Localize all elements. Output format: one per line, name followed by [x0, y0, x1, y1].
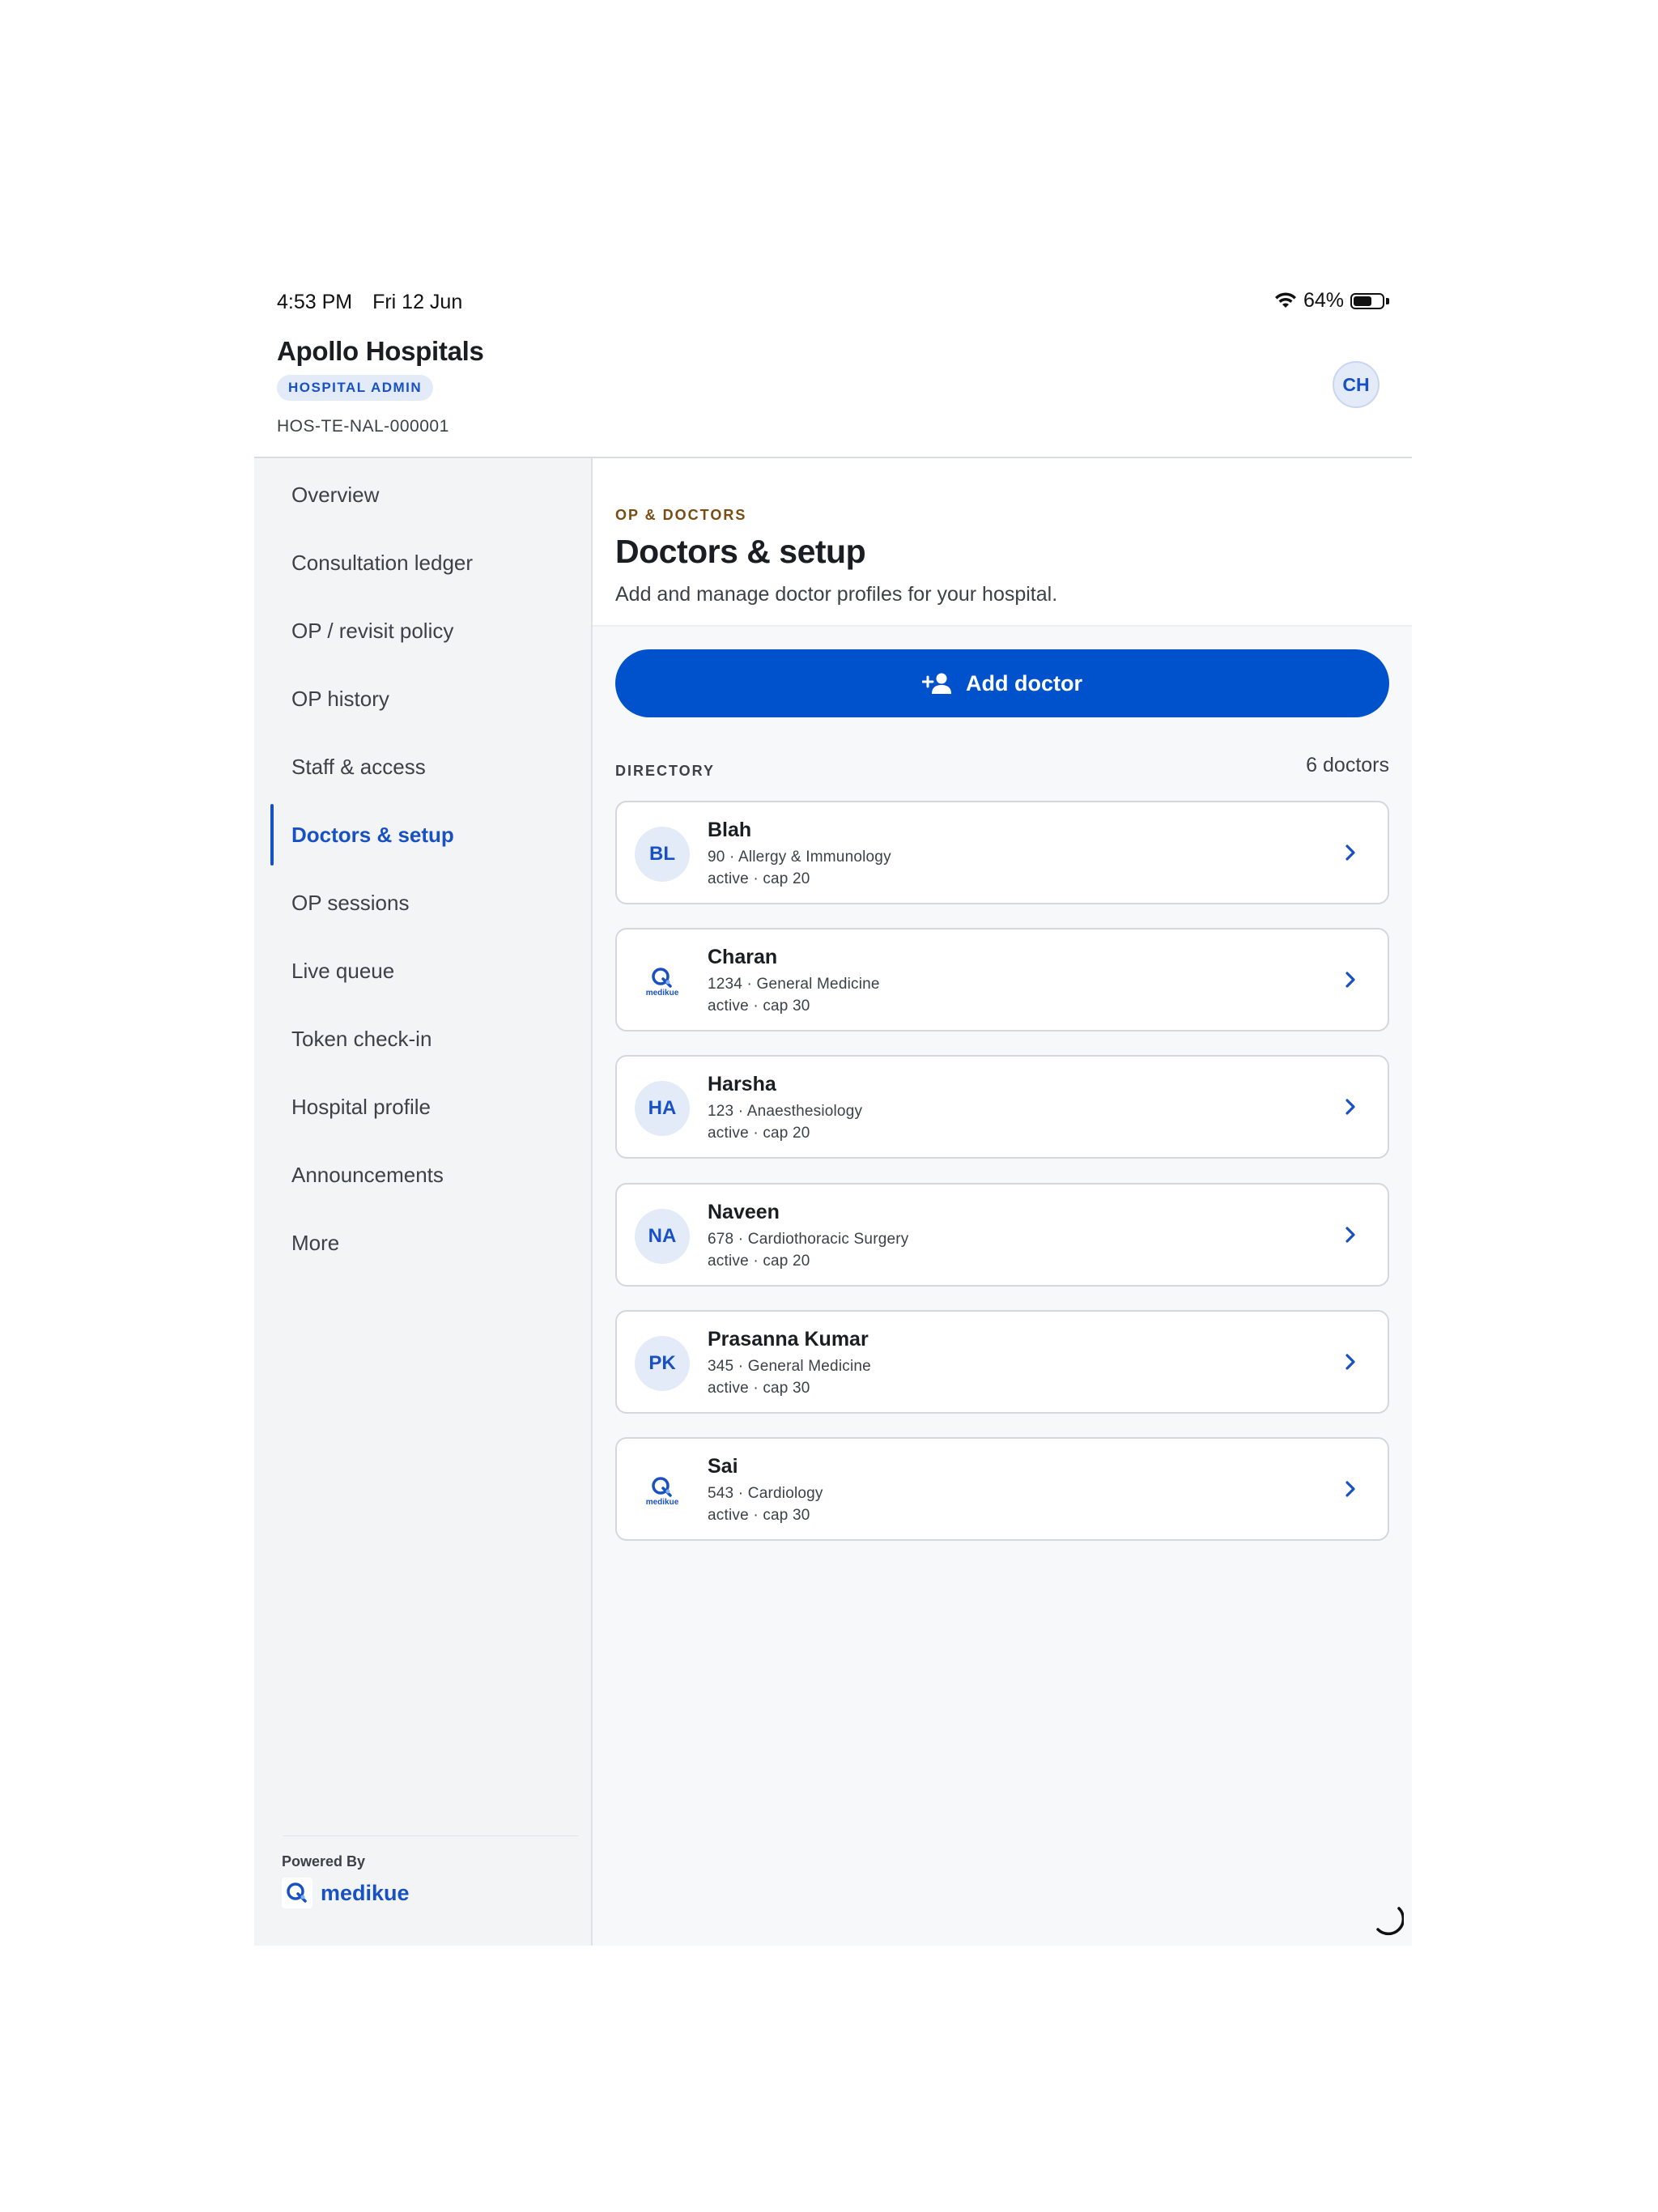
powered-by-label: Powered By [282, 1853, 366, 1870]
hospital-name: Apollo Hospitals [277, 336, 484, 366]
page-subtitle: Add and manage doctor profiles for your … [615, 583, 1058, 606]
doctor-status: active · cap 30 [708, 1507, 810, 1524]
doctor-avatar: BL [635, 827, 690, 882]
wifi-icon [1274, 291, 1296, 308]
doctor-card[interactable]: BL Blah 90 · Allergy & Immunology active… [615, 801, 1389, 904]
brand-footer: medikue [282, 1878, 410, 1908]
doctor-avatar: NA [635, 1209, 690, 1264]
add-doctor-button[interactable]: Add doctor [615, 649, 1389, 717]
doctor-avatar: PK [635, 1336, 690, 1391]
add-person-icon [922, 673, 951, 694]
doctor-name: Charan [708, 946, 778, 968]
doctor-card[interactable]: PK Prasanna Kumar 345 · General Medicine… [615, 1310, 1389, 1414]
doctor-meta: 345 · General Medicine [708, 1358, 871, 1375]
chevron-right-icon [1346, 972, 1355, 988]
sidebar-item-doctors-setup[interactable]: Doctors & setup [291, 808, 454, 861]
sidebar-item-staff-access[interactable]: Staff & access [291, 740, 426, 793]
doctor-meta: 90 · Allergy & Immunology [708, 849, 891, 866]
sidebar-item-overview[interactable]: Overview [291, 468, 379, 521]
section-eyebrow: OP & DOCTORS [615, 507, 747, 523]
loading-spinner-icon [1376, 1907, 1404, 1936]
user-avatar[interactable]: CH [1333, 361, 1380, 408]
doctor-card[interactable]: HA Harsha 123 · Anaesthesiology active ·… [615, 1055, 1389, 1159]
doctor-name: Blah [708, 819, 752, 841]
main-content: OP & DOCTORS Doctors & setup Add and man… [593, 458, 1412, 1946]
page-title: Doctors & setup [615, 533, 866, 570]
doctor-name: Sai [708, 1455, 738, 1478]
sidebar-item-more[interactable]: More [291, 1216, 339, 1270]
chevron-right-icon [1346, 1227, 1355, 1243]
status-date: Fri 12 Jun [372, 291, 463, 313]
sidebar-item-op-revisit-policy[interactable]: OP / revisit policy [291, 604, 453, 657]
medikue-logo-icon [282, 1878, 312, 1908]
chevron-right-icon [1346, 1099, 1355, 1115]
battery-percent: 64% [1303, 289, 1344, 312]
doctor-status: active · cap 20 [708, 1125, 810, 1142]
directory-label: DIRECTORY [615, 763, 716, 779]
sidebar-item-live-queue[interactable]: Live queue [291, 944, 394, 998]
logo-caption: medikue [645, 988, 679, 998]
battery-icon [1350, 292, 1384, 309]
sidebar-item-hospital-profile[interactable]: Hospital profile [291, 1080, 431, 1134]
doctor-card[interactable]: medikue Charan 1234 · General Medicine a… [615, 928, 1389, 1032]
status-time: 4:53 PM [277, 291, 353, 313]
doctor-meta: 123 · Anaesthesiology [708, 1103, 863, 1120]
add-doctor-label: Add doctor [966, 670, 1082, 696]
directory-count: 6 doctors [1306, 754, 1389, 776]
chevron-right-icon [1346, 844, 1355, 861]
status-bar-right: 64% [1274, 289, 1389, 313]
doctor-card[interactable]: medikue Sai 543 · Cardiology active · ca… [615, 1437, 1389, 1541]
chevron-right-icon [1346, 1354, 1355, 1370]
doctor-meta: 678 · Cardiothoracic Surgery [708, 1231, 909, 1248]
brand-name: medikue [321, 1880, 410, 1905]
hospital-code: HOS-TE-NAL-000001 [277, 417, 449, 436]
active-nav-indicator [270, 804, 274, 866]
doctor-name: Prasanna Kumar [708, 1328, 869, 1351]
doctor-status: active · cap 30 [708, 998, 810, 1015]
sidebar-item-token-check-in[interactable]: Token check-in [291, 1012, 432, 1066]
sidebar-item-announcements[interactable]: Announcements [291, 1148, 444, 1202]
doctor-meta: 1234 · General Medicine [708, 976, 880, 993]
page-header: OP & DOCTORS Doctors & setup Add and man… [593, 458, 1412, 627]
app-window: 4:53 PM Fri 12 Jun 64% Apollo Hospitals … [254, 271, 1412, 1946]
doctor-meta: 543 · Cardiology [708, 1485, 823, 1502]
doctor-status: active · cap 20 [708, 870, 810, 887]
medikue-logo-icon: medikue [635, 1463, 690, 1518]
role-badge: HOSPITAL ADMIN [277, 375, 434, 401]
doctor-avatar: HA [635, 1081, 690, 1136]
battery-level [1354, 296, 1371, 306]
doctor-name: Harsha [708, 1073, 776, 1095]
battery-nub [1386, 297, 1389, 304]
doctor-status: active · cap 20 [708, 1253, 810, 1270]
chevron-right-icon [1346, 1481, 1355, 1497]
sidebar: Overview Consultation ledger OP / revisi… [254, 458, 593, 1946]
doctor-name: Naveen [708, 1201, 780, 1223]
sidebar-item-op-sessions[interactable]: OP sessions [291, 876, 409, 929]
logo-caption: medikue [645, 1497, 679, 1507]
doctor-card[interactable]: NA Naveen 678 · Cardiothoracic Surgery a… [615, 1183, 1389, 1287]
status-bar-left: 4:53 PM Fri 12 Jun [277, 291, 477, 314]
medikue-logo-icon: medikue [635, 954, 690, 1009]
sidebar-item-consultation-ledger[interactable]: Consultation ledger [291, 536, 473, 589]
sidebar-item-op-history[interactable]: OP history [291, 672, 389, 725]
doctor-status: active · cap 30 [708, 1380, 810, 1397]
